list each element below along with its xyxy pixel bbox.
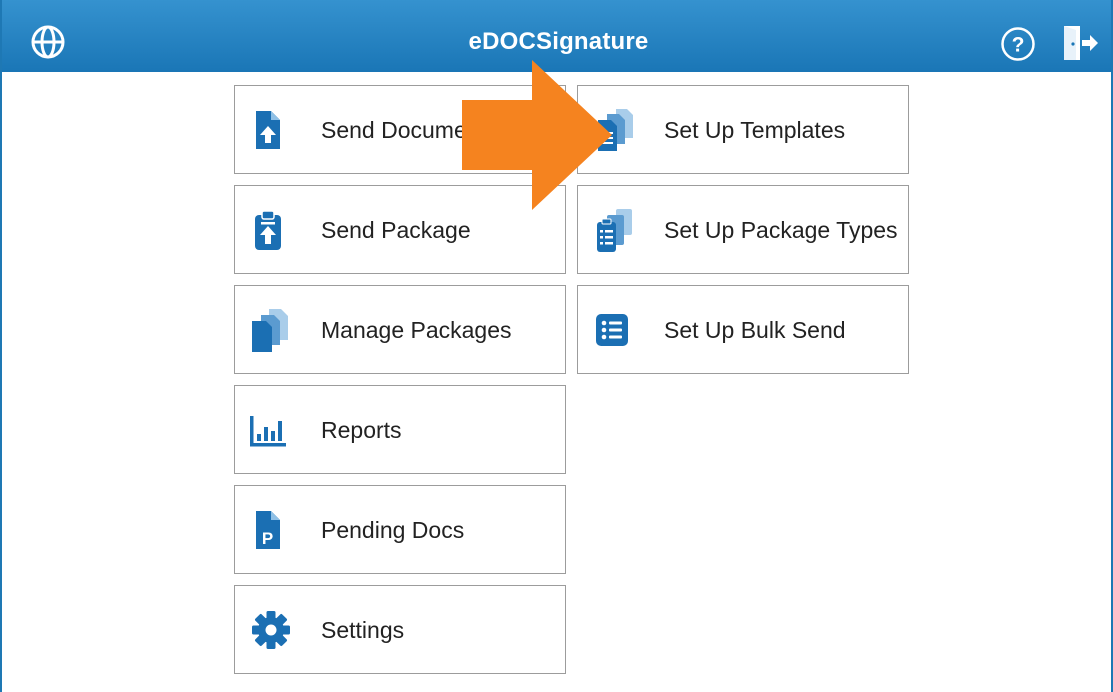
- tile-set-up-templates[interactable]: Set Up Templates: [577, 85, 909, 174]
- tile-label: Set Up Package Types: [664, 217, 898, 243]
- tile-label: Settings: [321, 617, 405, 643]
- pending-document-icon: P: [256, 511, 280, 549]
- upload-document-icon: [256, 111, 280, 149]
- app-title: eDOCSignature: [468, 28, 649, 55]
- tile-set-up-bulk-send[interactable]: Set Up Bulk Send: [577, 285, 909, 374]
- tile-label: Set Up Bulk Send: [664, 317, 846, 343]
- tile-label: Pending Docs: [321, 517, 465, 543]
- tile-label: Send Package: [321, 217, 471, 243]
- list-icon: [596, 314, 628, 346]
- app-window: eDOCSignature ? Send Document Send Packa…: [0, 0, 1113, 692]
- stacked-documents-icon: [252, 309, 288, 352]
- gear-icon: [252, 611, 290, 649]
- tile-label: Manage Packages: [321, 317, 512, 343]
- package-types-icon: [597, 209, 632, 252]
- clipboard-upload-icon: [255, 210, 281, 250]
- logout-icon[interactable]: [1060, 24, 1100, 62]
- svg-text:P: P: [262, 529, 273, 548]
- tile-label: Reports: [321, 417, 402, 443]
- tile-settings[interactable]: Settings: [234, 585, 566, 674]
- help-icon[interactable]: ?: [1000, 26, 1036, 62]
- bar-chart-icon: [250, 416, 286, 447]
- svg-text:?: ?: [1012, 34, 1025, 57]
- annotation-arrow: [462, 60, 612, 210]
- tile-set-up-package-types[interactable]: Set Up Package Types: [577, 185, 909, 274]
- tile-label: Set Up Templates: [664, 117, 846, 143]
- tile-reports[interactable]: Reports: [234, 385, 566, 474]
- tile-manage-packages[interactable]: Manage Packages: [234, 285, 566, 374]
- tile-pending-docs[interactable]: P Pending Docs: [234, 485, 566, 574]
